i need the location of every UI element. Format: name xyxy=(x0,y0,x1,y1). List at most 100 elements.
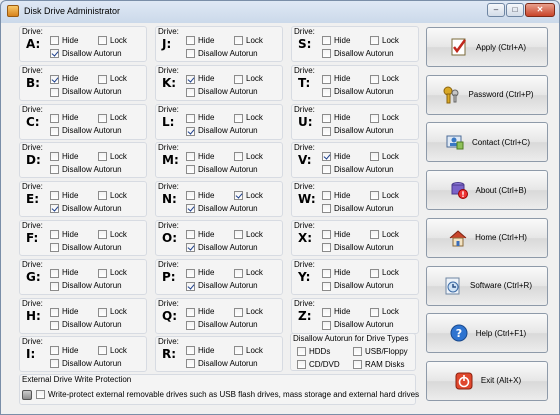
hide-s-checkbox[interactable]: Hide xyxy=(322,35,350,46)
hide-f-checkbox[interactable]: Hide xyxy=(50,229,78,240)
autorun-p-checkbox-box[interactable] xyxy=(186,281,195,291)
software-button[interactable]: Software (Ctrl+R) xyxy=(426,265,548,306)
lock-g-checkbox-box[interactable] xyxy=(98,268,107,278)
lock-f-checkbox[interactable]: Lock xyxy=(98,229,127,240)
hide-w-checkbox-box[interactable] xyxy=(322,191,331,201)
lock-o-checkbox-box[interactable] xyxy=(234,230,243,239)
lock-q-checkbox[interactable]: Lock xyxy=(234,307,263,318)
autorun-e-checkbox[interactable]: Disallow Autorun xyxy=(50,203,122,214)
hide-i-checkbox[interactable]: Hide xyxy=(50,345,78,356)
hide-q-checkbox-box[interactable] xyxy=(186,307,195,317)
lock-l-checkbox-box[interactable] xyxy=(234,113,243,123)
autorun-l-checkbox-box[interactable] xyxy=(186,126,195,136)
hide-s-checkbox-box[interactable] xyxy=(322,36,331,45)
minimize-button[interactable]: – xyxy=(487,3,505,17)
autorun-f-checkbox[interactable]: Disallow Autorun xyxy=(50,242,122,253)
write-protect-checkbox[interactable]: Write-protect external removable drives … xyxy=(36,389,419,400)
hide-b-checkbox[interactable]: Hide xyxy=(50,74,78,85)
autorun-i-checkbox-box[interactable] xyxy=(50,359,59,369)
lock-b-checkbox[interactable]: Lock xyxy=(98,74,127,85)
lock-s-checkbox-box[interactable] xyxy=(370,36,379,45)
lock-p-checkbox-box[interactable] xyxy=(234,268,243,278)
lock-z-checkbox-box[interactable] xyxy=(370,307,379,317)
autorun-k-checkbox[interactable]: Disallow Autorun xyxy=(186,87,258,98)
lock-p-checkbox[interactable]: Lock xyxy=(234,268,263,279)
autorun-d-checkbox-box[interactable] xyxy=(50,165,59,175)
hide-u-checkbox-box[interactable] xyxy=(322,113,331,123)
hide-h-checkbox-box[interactable] xyxy=(50,307,59,317)
lock-b-checkbox-box[interactable] xyxy=(98,74,107,84)
autorun-w-checkbox[interactable]: Disallow Autorun xyxy=(322,203,394,214)
autorun-o-checkbox[interactable]: Disallow Autorun xyxy=(186,242,258,253)
autorun-n-checkbox[interactable]: Disallow Autorun xyxy=(186,203,258,214)
lock-r-checkbox[interactable]: Lock xyxy=(234,345,263,356)
lock-a-checkbox[interactable]: Lock xyxy=(98,35,127,46)
autorun-z-checkbox[interactable]: Disallow Autorun xyxy=(322,320,394,331)
hide-y-checkbox-box[interactable] xyxy=(322,268,331,278)
hide-k-checkbox-box[interactable] xyxy=(186,74,195,84)
hide-o-checkbox-box[interactable] xyxy=(186,230,195,239)
help-button[interactable]: ? Help (Ctrl+F1) xyxy=(426,313,548,354)
hide-g-checkbox-box[interactable] xyxy=(50,268,59,278)
autorun-u-checkbox[interactable]: Disallow Autorun xyxy=(322,126,394,137)
lock-w-checkbox[interactable]: Lock xyxy=(370,190,399,201)
hide-q-checkbox[interactable]: Hide xyxy=(186,307,214,318)
hide-p-checkbox[interactable]: Hide xyxy=(186,268,214,279)
autorun-p-checkbox[interactable]: Disallow Autorun xyxy=(186,281,258,292)
autorun-v-checkbox[interactable]: Disallow Autorun xyxy=(322,164,394,175)
hide-z-checkbox[interactable]: Hide xyxy=(322,307,350,318)
cd-dvd-checkbox[interactable]: CD/DVD xyxy=(297,359,340,370)
autorun-z-checkbox-box[interactable] xyxy=(322,320,331,330)
hide-x-checkbox[interactable]: Hide xyxy=(322,229,350,240)
lock-d-checkbox[interactable]: Lock xyxy=(98,151,127,162)
hide-z-checkbox-box[interactable] xyxy=(322,307,331,317)
lock-m-checkbox[interactable]: Lock xyxy=(234,151,263,162)
hide-w-checkbox[interactable]: Hide xyxy=(322,190,350,201)
hide-m-checkbox[interactable]: Hide xyxy=(186,151,214,162)
autorun-y-checkbox[interactable]: Disallow Autorun xyxy=(322,281,394,292)
autorun-o-checkbox-box[interactable] xyxy=(186,243,195,252)
lock-h-checkbox-box[interactable] xyxy=(98,307,107,317)
hide-v-checkbox[interactable]: Hide xyxy=(322,151,350,162)
hide-e-checkbox[interactable]: Hide xyxy=(50,190,78,201)
autorun-t-checkbox[interactable]: Disallow Autorun xyxy=(322,87,394,98)
exit-button[interactable]: Exit (Alt+X) xyxy=(426,360,548,401)
lock-n-checkbox-box[interactable] xyxy=(234,191,243,201)
cd-dvd-checkbox-box[interactable] xyxy=(297,360,306,369)
lock-k-checkbox-box[interactable] xyxy=(234,74,243,84)
hide-p-checkbox-box[interactable] xyxy=(186,268,195,278)
lock-g-checkbox[interactable]: Lock xyxy=(98,268,127,279)
lock-t-checkbox-box[interactable] xyxy=(370,74,379,84)
hide-k-checkbox[interactable]: Hide xyxy=(186,74,214,85)
lock-d-checkbox-box[interactable] xyxy=(98,152,107,162)
autorun-f-checkbox-box[interactable] xyxy=(50,243,59,252)
hide-y-checkbox[interactable]: Hide xyxy=(322,268,350,279)
autorun-h-checkbox[interactable]: Disallow Autorun xyxy=(50,320,122,331)
autorun-s-checkbox[interactable]: Disallow Autorun xyxy=(322,48,394,59)
lock-a-checkbox-box[interactable] xyxy=(98,36,107,45)
autorun-j-checkbox[interactable]: Disallow Autorun xyxy=(186,48,258,59)
hide-g-checkbox[interactable]: Hide xyxy=(50,268,78,279)
hide-h-checkbox[interactable]: Hide xyxy=(50,307,78,318)
hide-e-checkbox-box[interactable] xyxy=(50,191,59,201)
contact-button[interactable]: Contact (Ctrl+C) xyxy=(426,122,548,163)
lock-q-checkbox-box[interactable] xyxy=(234,307,243,317)
lock-s-checkbox[interactable]: Lock xyxy=(370,35,399,46)
hide-l-checkbox[interactable]: Hide xyxy=(186,113,214,124)
hide-o-checkbox[interactable]: Hide xyxy=(186,229,214,240)
usb-floppy-checkbox-box[interactable] xyxy=(353,347,362,356)
autorun-t-checkbox-box[interactable] xyxy=(322,87,331,97)
lock-r-checkbox-box[interactable] xyxy=(234,346,243,356)
hide-b-checkbox-box[interactable] xyxy=(50,74,59,84)
hide-t-checkbox[interactable]: Hide xyxy=(322,74,350,85)
autorun-u-checkbox-box[interactable] xyxy=(322,126,331,136)
autorun-a-checkbox-box[interactable] xyxy=(50,49,59,58)
apply-button[interactable]: Apply (Ctrl+A) xyxy=(426,27,548,67)
autorun-n-checkbox-box[interactable] xyxy=(186,204,195,214)
hdds-checkbox-box[interactable] xyxy=(297,347,306,356)
hide-a-checkbox-box[interactable] xyxy=(50,36,59,45)
lock-y-checkbox[interactable]: Lock xyxy=(370,268,399,279)
lock-y-checkbox-box[interactable] xyxy=(370,268,379,278)
autorun-a-checkbox[interactable]: Disallow Autorun xyxy=(50,48,122,59)
autorun-r-checkbox[interactable]: Disallow Autorun xyxy=(186,358,258,369)
